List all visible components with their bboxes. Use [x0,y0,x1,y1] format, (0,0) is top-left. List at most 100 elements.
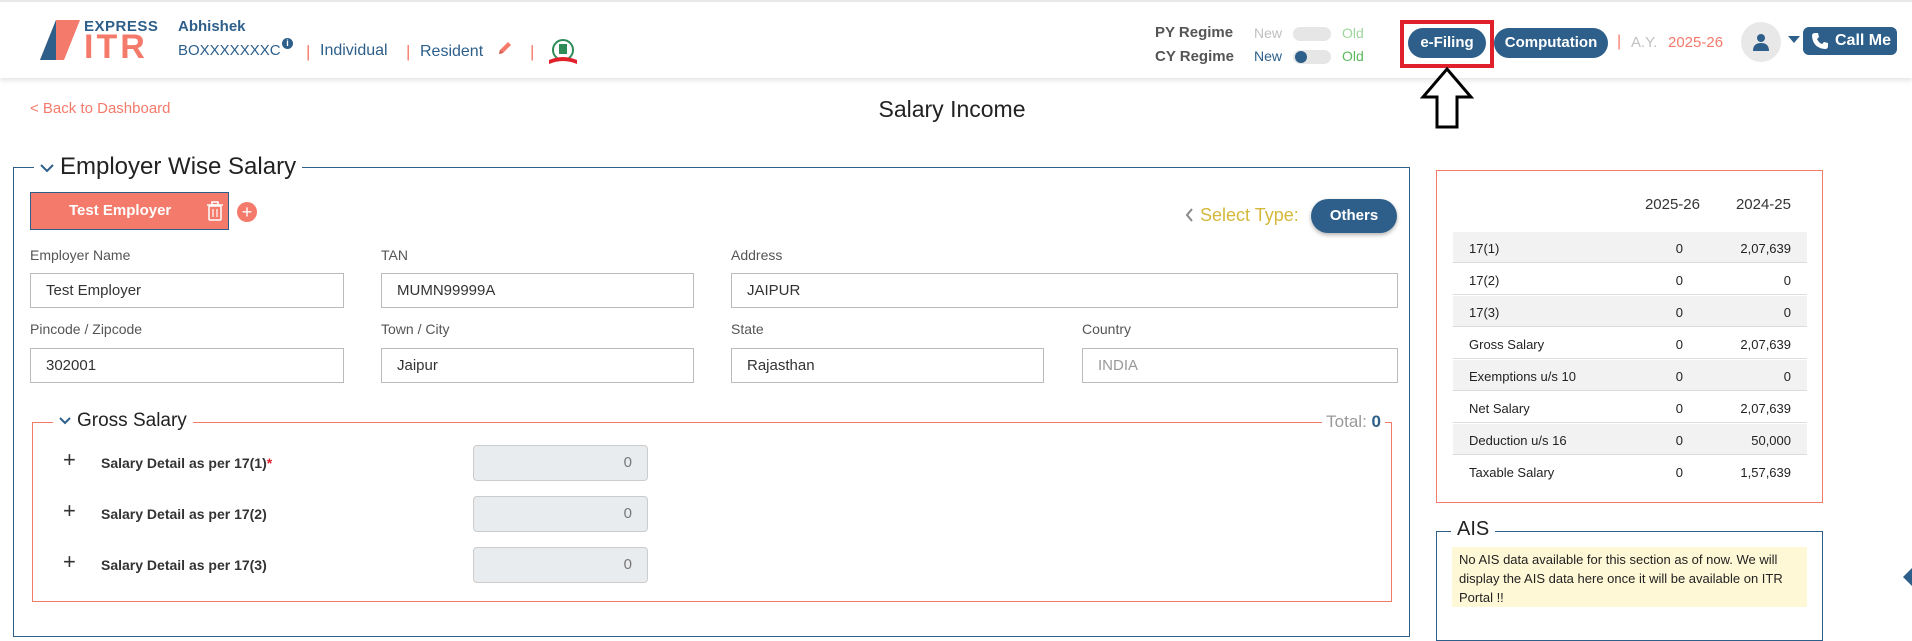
address-label: Address [731,247,783,263]
row-py-value: 0 [1783,369,1791,384]
address-input[interactable]: JAIPUR [731,273,1398,308]
gross-salary-total: Total: 0 [1322,412,1385,432]
row-py-value: 2,07,639 [1740,337,1791,352]
salary-17-3-label: Salary Detail as per 17(3) [101,557,267,573]
row-cy-value: 0 [1675,433,1683,448]
salary-17-1-text: Salary Detail as per 17(1) [101,455,267,471]
ay-label: A.Y. [1631,34,1658,51]
expand-plus-icon[interactable]: + [63,447,76,473]
py-regime-label: PY Regime [1155,24,1234,41]
pincode-label: Pincode / Zipcode [30,321,143,337]
user-name: Abhishek [178,18,246,35]
row-cy-value: 0 [1675,465,1683,480]
table-row: Taxable Salary 0 1,57,639 [1453,456,1807,487]
call-me-button[interactable]: Call Me [1803,27,1897,55]
row-cy-value: 0 [1675,337,1683,352]
income-tax-emblem-icon [549,39,577,64]
employer-name-label: Employer Name [30,247,131,263]
separator: | [1617,33,1622,50]
salary-17-3-input[interactable]: 0 [473,547,648,583]
row-label: Gross Salary [1469,337,1545,352]
computation-button[interactable]: Computation [1494,28,1608,58]
gross-salary-section: Gross Salary Total: 0 + Salary Detail as… [32,410,1392,602]
row-py-value: 0 [1783,305,1791,320]
side-panel-toggle-icon[interactable] [1903,568,1912,586]
row-py-value: 2,07,639 [1740,401,1791,416]
pan-number: BOXXXXXXXC [178,42,281,59]
salary-17-1-input[interactable]: 0 [473,445,648,481]
country-input: INDIA [1082,348,1398,383]
row-label: Net Salary [1469,401,1530,416]
employer-section-header[interactable]: Employer Wise Salary [34,153,303,181]
table-row: Net Salary 0 2,07,639 [1453,392,1807,423]
state-input[interactable]: Rajasthan [731,348,1044,383]
country-label: Country [1082,321,1132,337]
cy-regime-new-label: New [1254,48,1283,64]
trash-icon[interactable] [206,201,224,221]
employer-tab-test-employer[interactable]: Test Employer [30,192,229,230]
ais-section: AIS No AIS data available for this secti… [1436,518,1823,641]
table-row: Gross Salary 0 2,07,639 [1453,328,1807,359]
avatar[interactable] [1741,22,1781,62]
gross-total-label: Total: [1326,412,1367,431]
table-row: Exemptions u/s 10 0 0 [1453,360,1807,391]
salary-17-1-label: Salary Detail as per 17(1)* [101,455,272,471]
expand-plus-icon[interactable]: + [63,549,76,575]
separator: | [530,42,535,61]
ay-value[interactable]: 2025-26 [1668,34,1723,51]
page-title: Salary Income [878,96,1026,122]
gross-salary-header[interactable]: Gross Salary [53,410,193,432]
gross-salary-title: Gross Salary [77,410,187,431]
expand-plus-icon[interactable]: + [63,498,76,524]
row-cy-value: 0 [1675,369,1683,384]
salary-17-2-label: Salary Detail as per 17(2) [101,506,267,522]
logo-itr-text: ITR [84,28,148,66]
residency-status[interactable]: Resident [420,43,483,61]
select-type-label: Select Type: [1185,205,1299,226]
town-city-label: Town / City [381,321,450,337]
row-cy-value: 0 [1675,241,1683,256]
salary-17-2-input[interactable]: 0 [473,496,648,532]
separator: | [406,42,411,61]
town-city-input[interactable]: Jaipur [381,348,694,383]
row-py-value: 2,07,639 [1740,241,1791,256]
tan-input[interactable]: MUMN99999A [381,273,694,308]
row-py-value: 0 [1783,273,1791,288]
row-cy-value: 0 [1675,401,1683,416]
employer-name-input[interactable]: Test Employer [30,273,344,308]
chevron-down-icon [40,163,54,173]
row-py-value: 50,000 [1751,433,1791,448]
ais-title: AIS [1451,518,1496,541]
chevron-left-icon[interactable] [1185,208,1194,222]
summary-column-cy: 2025-26 [1644,196,1700,213]
user-icon [1753,34,1769,51]
pan-info-icon[interactable]: i [282,38,293,49]
employer-section-title: Employer Wise Salary [60,153,297,180]
row-label: 17(1) [1469,241,1500,256]
pincode-input[interactable]: 302001 [30,348,344,383]
select-type-text: Select Type: [1200,205,1299,225]
required-asterisk: * [266,455,273,471]
py-regime-new-label: New [1254,25,1283,41]
user-type[interactable]: Individual [320,42,388,60]
type-others-button[interactable]: Others [1311,199,1397,233]
cy-regime-old-label: Old [1342,48,1364,64]
cy-regime-label: CY Regime [1155,48,1234,65]
cy-regime-toggle[interactable] [1293,50,1331,64]
separator: | [306,42,311,61]
employer-wise-salary-section: Employer Wise Salary Test Employer + Sel… [13,153,1410,637]
table-row: 17(1) 0 2,07,639 [1453,232,1807,263]
e-filing-highlight-box [1400,20,1494,68]
add-employer-plus-icon[interactable]: + [237,202,257,222]
row-cy-value: 0 [1675,273,1683,288]
express-itr-logo[interactable]: EXPRESS ITR [40,18,158,66]
edit-pencil-icon[interactable] [497,40,513,56]
state-label: State [731,321,764,337]
row-label: Deduction u/s 16 [1469,433,1567,448]
phone-icon [1812,33,1828,49]
row-cy-value: 0 [1675,305,1683,320]
chevron-down-icon[interactable] [1788,36,1800,43]
table-row: 17(3) 0 0 [1453,296,1807,327]
salary-summary-table: 2025-26 2024-25 17(1) 0 2,07,639 17(2) 0 0 1… [1436,170,1823,503]
employer-tab-label: Test Employer [69,202,172,219]
